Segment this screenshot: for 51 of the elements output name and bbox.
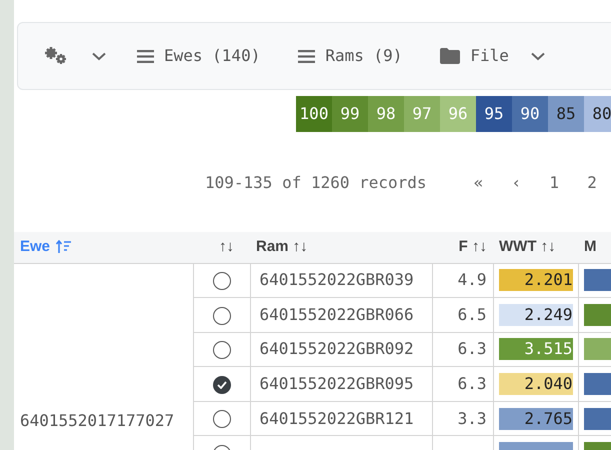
table-cell: 6.3	[432, 366, 493, 402]
settings-icon[interactable]	[44, 46, 68, 66]
legend-swatch: 100	[296, 96, 332, 132]
page-button[interactable]: 2	[573, 171, 611, 195]
check-icon	[216, 380, 226, 389]
legend-swatch: 98	[368, 96, 404, 132]
table-cell: 6401552022GBR066	[250, 298, 432, 332]
menu-button[interactable]: Ewes (140)	[137, 44, 260, 68]
chevron-down-icon[interactable]	[92, 52, 106, 60]
radio-button[interactable]	[212, 306, 230, 325]
value-bar: 2.201	[498, 269, 572, 292]
radio-button[interactable]	[212, 272, 230, 290]
radio-button[interactable]	[212, 341, 230, 360]
menu-icon	[137, 48, 154, 64]
legend-swatch: 85	[548, 96, 584, 132]
table-cell: 6401552022GBR121	[250, 401, 432, 436]
legend-swatch: 95	[476, 96, 512, 132]
value-bar: 2.765	[498, 408, 572, 430]
table-cell: 6401552017177027	[20, 410, 174, 430]
radio-button[interactable]	[212, 410, 230, 428]
table-cell: 6401552022GBR092	[250, 332, 432, 367]
legend-swatch: 96	[440, 96, 476, 132]
value-bar: 2.249	[498, 304, 572, 326]
legend-swatch: 97	[404, 96, 440, 132]
legend-swatch: 90	[512, 96, 548, 132]
sort-ascending-icon[interactable]	[56, 240, 72, 254]
chevron-down-icon[interactable]	[530, 52, 545, 60]
value-bar: 3.515	[498, 338, 572, 360]
page-button[interactable]: ‹	[497, 171, 536, 195]
table-cell: 6.5	[432, 298, 493, 332]
legend-swatch: 99	[332, 96, 368, 132]
table-cell: 6401552022GBR039	[250, 263, 432, 298]
record-count: 109-135 of 1260 records	[205, 172, 427, 194]
table-cell: 6401552022GBR095	[250, 366, 432, 402]
radio-button[interactable]	[212, 376, 230, 394]
column-header[interactable]: M	[578, 232, 611, 263]
value-bar: 2.040	[498, 373, 572, 396]
file-menu-button[interactable]: File	[440, 44, 545, 68]
column-header[interactable]: ↑↓	[193, 232, 250, 263]
table-cell: 6.3	[432, 332, 493, 367]
page-button[interactable]: 1	[535, 171, 574, 195]
column-header[interactable]: F ↑↓	[432, 232, 493, 263]
menu-icon	[298, 48, 316, 64]
menu-button[interactable]: Rams (9)	[298, 44, 402, 68]
folder-icon	[440, 48, 460, 64]
column-header[interactable]: Ram ↑↓	[250, 232, 432, 263]
legend-swatch: 80	[584, 96, 611, 132]
table-cell: 3.3	[432, 401, 493, 436]
page-button[interactable]: «	[460, 171, 498, 195]
column-header[interactable]: WWT ↑↓	[493, 232, 578, 263]
table-cell: 4.9	[432, 263, 493, 298]
